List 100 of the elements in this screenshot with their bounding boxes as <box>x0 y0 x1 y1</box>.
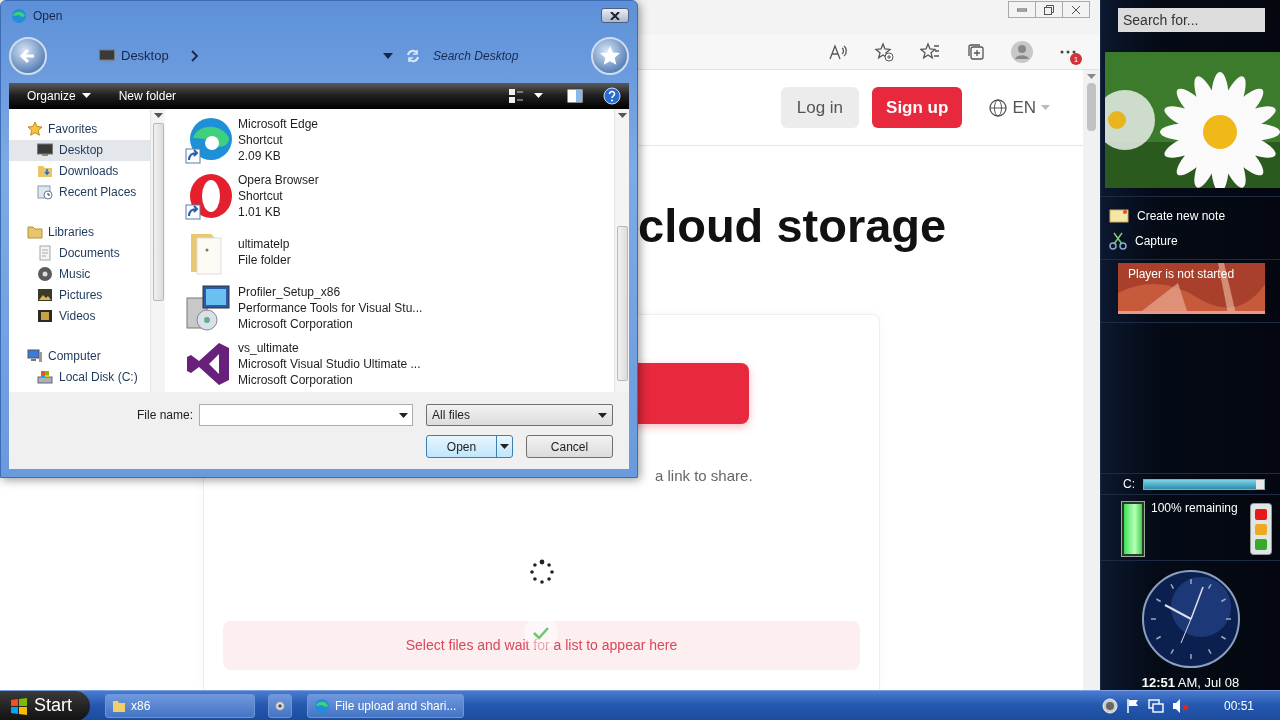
globe-icon <box>989 98 1008 117</box>
computer-icon <box>27 348 43 365</box>
scroll-up-icon <box>1087 74 1096 79</box>
more-icon <box>1060 50 1076 54</box>
read-aloud-icon <box>828 43 848 61</box>
start-button[interactable]: Start <box>0 690 90 720</box>
search-field[interactable]: Search for... <box>1118 8 1265 32</box>
caret-icon <box>500 444 509 450</box>
app-icon <box>275 698 285 713</box>
close-icon <box>610 11 620 20</box>
close-button[interactable] <box>601 8 629 24</box>
new-folder-button[interactable]: New folder <box>116 88 179 103</box>
restore-icon <box>1044 4 1054 15</box>
nav-item[interactable]: Pictures <box>9 284 150 306</box>
history-caret-icon[interactable] <box>383 52 393 59</box>
swirl-logo-icon <box>185 115 233 164</box>
scroll-up-icon <box>153 112 163 118</box>
drop-zone-text: Select files and wait for a list to appear here <box>405 637 678 654</box>
caret-icon <box>534 93 543 99</box>
back-arrow-icon <box>19 46 37 65</box>
breadcrumb-item[interactable]: Desktop <box>99 48 169 64</box>
view-icon[interactable] <box>508 87 524 104</box>
caret-icon <box>598 412 607 418</box>
taskbar-button[interactable]: x86 <box>105 693 255 718</box>
avatar-icon <box>1010 40 1034 64</box>
monitor-icon <box>1147 697 1164 714</box>
scissors-icon <box>1109 231 1127 250</box>
organize-button[interactable]: Organize <box>25 88 93 103</box>
preview-pane-icon[interactable] <box>567 88 583 103</box>
clock-text: 12:51 AM, Jul 08 <box>1141 675 1240 690</box>
page-heading: cloud storage <box>638 200 948 252</box>
scroll-thumb[interactable] <box>152 122 164 301</box>
file-item[interactable]: Opera Browser Shortcut 1.01 KB <box>185 167 614 224</box>
ring-logo-icon <box>185 171 233 220</box>
search-field[interactable]: Search Desktop <box>431 47 581 64</box>
cancel-button[interactable]: Cancel <box>526 435 613 459</box>
nav-item[interactable]: Recent Places <box>9 181 150 203</box>
taskbar-button[interactable] <box>268 693 292 718</box>
dialog-title: Open <box>33 8 63 23</box>
document-icon <box>37 245 53 262</box>
caret-icon <box>1041 105 1050 110</box>
more-button[interactable]: 1 <box>1050 37 1086 67</box>
back-button[interactable] <box>9 36 47 75</box>
login-button[interactable]: Log in <box>780 87 860 128</box>
favorite-button[interactable] <box>591 36 629 75</box>
file-item[interactable]: ultimatelp File folder <box>185 223 614 280</box>
scroll-up-icon <box>617 112 627 118</box>
monitor-icon <box>99 48 115 63</box>
file-name-field[interactable] <box>199 404 413 427</box>
file-name-label: File name: <box>135 408 193 423</box>
scroll-thumb[interactable] <box>616 225 628 381</box>
nav-item[interactable]: Documents <box>9 242 150 264</box>
traffic-light-icon <box>1249 503 1272 555</box>
folder-icon <box>37 163 53 180</box>
image-icon <box>37 287 53 304</box>
disk-icon <box>37 369 53 386</box>
signup-button[interactable]: Sign up <box>872 87 963 128</box>
hint-text: a link to share. <box>655 466 753 484</box>
nav-group[interactable]: Libraries <box>9 221 150 243</box>
taskbar-button[interactable]: File upload and shari... <box>307 693 464 718</box>
star-list-icon <box>920 42 940 62</box>
file-item[interactable]: Microsoft Edge Shortcut 2.09 KB <box>185 111 614 168</box>
flag-icon <box>1125 697 1140 714</box>
nav-item[interactable]: Videos <box>9 305 150 327</box>
nav-item[interactable]: Music <box>9 263 150 285</box>
sidebar-action[interactable]: Create new note <box>1101 203 1280 228</box>
nav-group[interactable]: Computer <box>9 345 150 367</box>
nav-item[interactable]: Desktop <box>9 139 150 161</box>
nav-item[interactable]: Downloads <box>9 160 150 182</box>
drive-label: C: <box>1123 477 1135 491</box>
folder-icon <box>27 224 43 241</box>
nav-group[interactable]: Favorites <box>9 118 150 140</box>
player-status: Player is not started <box>1128 267 1235 281</box>
language-button[interactable]: EN <box>989 97 1050 118</box>
music-icon <box>37 266 53 283</box>
caret-icon <box>81 93 91 99</box>
sidebar-action[interactable]: Capture <box>1101 228 1280 253</box>
star-icon <box>599 44 621 67</box>
refresh-icon[interactable] <box>405 47 421 64</box>
file-type-dropdown[interactable]: All files <box>426 404 613 427</box>
envelope-icon <box>1109 207 1129 224</box>
file-item[interactable]: vs_ultimate Microsoft Visual Studio Ultimate ... Microsoft Corporation <box>185 335 614 392</box>
scroll-thumb[interactable] <box>1087 83 1096 131</box>
nav-item[interactable]: Local Disk (C:) <box>9 366 150 388</box>
file-item[interactable]: Profiler_Setup_x86 Performance Tools for Visual Stu... Microsoft Corporation <box>185 279 614 336</box>
swirl-logo-icon <box>11 7 27 24</box>
help-icon[interactable] <box>603 86 621 105</box>
tray-clock: 00:51 <box>1223 698 1254 713</box>
windows-flag-icon <box>10 696 28 715</box>
restore-button[interactable] <box>1035 1 1063 18</box>
star-plus-icon <box>874 42 894 62</box>
monitor-icon <box>37 143 53 158</box>
star-icon <box>27 121 43 138</box>
clock-folder-icon <box>37 184 53 201</box>
battery-status: 100% remaining <box>1151 501 1238 515</box>
open-button[interactable]: Open <box>426 435 513 459</box>
close-button[interactable] <box>1062 1 1090 18</box>
collections-icon <box>966 42 986 62</box>
installer-icon <box>185 283 233 332</box>
folder-icon <box>112 698 126 713</box>
